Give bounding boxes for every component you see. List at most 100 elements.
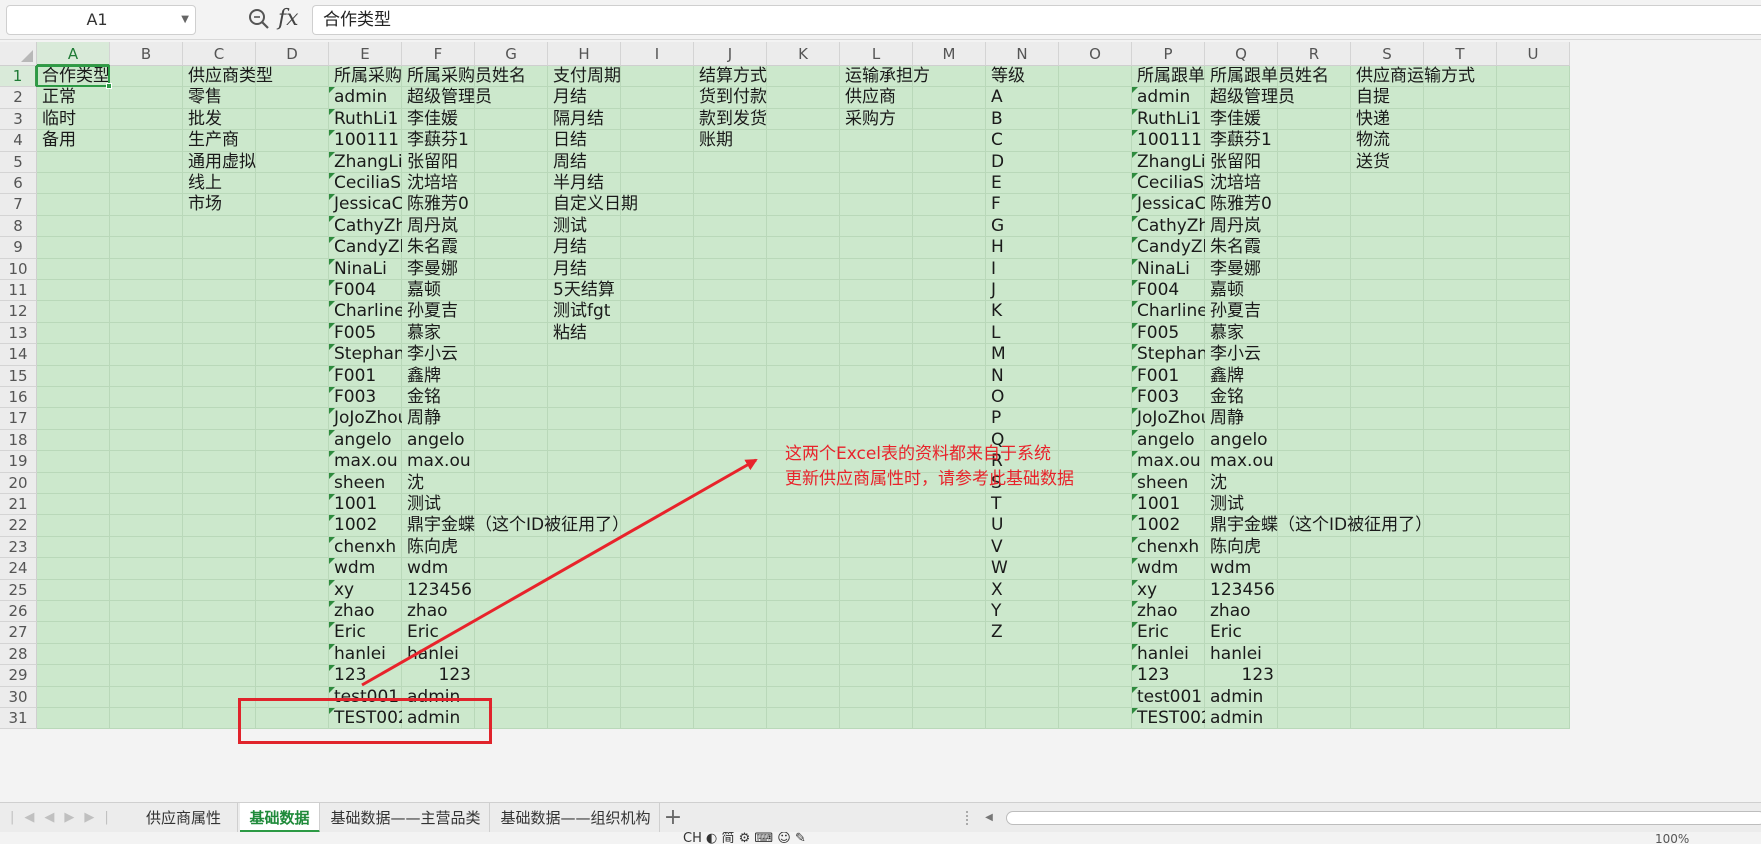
- cell-F9[interactable]: 朱名霞: [402, 237, 548, 258]
- sheet-tab-organization[interactable]: 基础数据——组织机构: [492, 803, 660, 833]
- cell-F7[interactable]: 陈雅芳0: [402, 194, 548, 215]
- cell-A4[interactable]: 备用: [37, 130, 183, 151]
- cell-J4[interactable]: 账期: [694, 130, 986, 151]
- cell-P1[interactable]: 所属跟单员: [1132, 66, 1205, 87]
- cell-E1[interactable]: 所属采购员: [329, 66, 402, 87]
- row-header-7[interactable]: 7: [0, 194, 37, 216]
- cell-N10[interactable]: I: [986, 259, 1132, 280]
- cell-C3[interactable]: 批发: [183, 109, 329, 130]
- cell-F13[interactable]: 慕家: [402, 323, 548, 344]
- cell-E25[interactable]: xy: [329, 579, 402, 601]
- cell-P12[interactable]: CharlineSun: [1132, 301, 1205, 322]
- cell-E3[interactable]: RuthLi1: [329, 108, 402, 130]
- cell-A3[interactable]: 临时: [37, 109, 183, 130]
- row-header-9[interactable]: 9: [0, 237, 37, 259]
- column-header-H[interactable]: H: [548, 42, 621, 66]
- cell-P30[interactable]: test001: [1132, 686, 1205, 708]
- row-header-3[interactable]: 3: [0, 108, 37, 131]
- cell-H9[interactable]: 月结: [548, 237, 840, 258]
- cell-Q11[interactable]: 嘉顿: [1205, 280, 1497, 301]
- cell-L2[interactable]: 供应商: [840, 87, 986, 108]
- cell-N16[interactable]: O: [986, 387, 1132, 408]
- row-header-19[interactable]: 19: [0, 451, 37, 473]
- cell-Q27[interactable]: Eric: [1205, 622, 1497, 643]
- column-header-F[interactable]: F: [402, 42, 475, 66]
- cell-C6[interactable]: 线上: [183, 173, 329, 194]
- cell-Q21[interactable]: 测试: [1205, 494, 1497, 515]
- cell-E21[interactable]: 1001: [329, 494, 402, 515]
- cell-P22[interactable]: 1002: [1132, 515, 1205, 536]
- cell-N22[interactable]: U: [986, 515, 1132, 536]
- cell-C7[interactable]: 市场: [183, 194, 329, 215]
- cell-Q24[interactable]: wdm: [1205, 558, 1497, 579]
- zoom-search-icon[interactable]: [247, 7, 271, 31]
- cell-P15[interactable]: F001: [1132, 365, 1205, 387]
- cell-Q17[interactable]: 周静: [1205, 408, 1497, 429]
- horizontal-scrollbar[interactable]: ◀: [980, 809, 1761, 827]
- column-header-N[interactable]: N: [986, 42, 1059, 66]
- row-header-16[interactable]: 16: [0, 387, 37, 409]
- cell-E26[interactable]: zhao: [329, 601, 402, 622]
- cell-H6[interactable]: 半月结: [548, 173, 840, 194]
- zoom-level[interactable]: 100%: [1655, 832, 1689, 844]
- cell-Q5[interactable]: 张留阳: [1205, 152, 1351, 173]
- cell-E11[interactable]: F004: [329, 280, 402, 301]
- row-header-22[interactable]: 22: [0, 515, 37, 537]
- cell-N4[interactable]: C: [986, 130, 1132, 151]
- column-header-C[interactable]: C: [183, 42, 256, 66]
- cell-P16[interactable]: F003: [1132, 387, 1205, 408]
- cell-E9[interactable]: CandyZhu: [329, 237, 402, 258]
- cell-F4[interactable]: 李蕻芬1: [402, 130, 548, 151]
- cell-N8[interactable]: G: [986, 216, 1132, 237]
- cell-F5[interactable]: 张留阳: [402, 152, 548, 173]
- row-header-10[interactable]: 10: [0, 258, 37, 280]
- name-box[interactable]: A1 ▼: [6, 5, 196, 35]
- column-header-S[interactable]: S: [1351, 42, 1424, 66]
- cell-N13[interactable]: L: [986, 323, 1132, 344]
- cell-P11[interactable]: F004: [1132, 280, 1205, 301]
- cell-E15[interactable]: F001: [329, 365, 402, 387]
- cell-F21[interactable]: 测试: [402, 494, 694, 515]
- cell-H1[interactable]: 支付周期: [548, 66, 694, 87]
- cell-E20[interactable]: sheen: [329, 472, 402, 494]
- cell-E2[interactable]: admin: [329, 87, 402, 108]
- cell-E24[interactable]: wdm: [329, 558, 402, 579]
- column-header-Q[interactable]: Q: [1205, 42, 1278, 66]
- cell-N24[interactable]: W: [986, 558, 1132, 579]
- column-header-B[interactable]: B: [110, 42, 183, 66]
- cell-E16[interactable]: F003: [329, 387, 402, 408]
- cell-F8[interactable]: 周丹岚: [402, 216, 548, 237]
- row-header-15[interactable]: 15: [0, 365, 37, 387]
- cell-Q15[interactable]: 鑫牌: [1205, 366, 1497, 387]
- cell-A1[interactable]: 合作类型: [37, 66, 183, 87]
- cell-N12[interactable]: K: [986, 301, 1132, 322]
- row-header-24[interactable]: 24: [0, 558, 37, 580]
- cell-E28[interactable]: hanlei: [329, 643, 402, 665]
- cell-Q30[interactable]: admin: [1205, 687, 1497, 708]
- cell-S3[interactable]: 快递: [1351, 109, 1570, 130]
- row-header-12[interactable]: 12: [0, 301, 37, 323]
- cell-Q31[interactable]: admin: [1205, 708, 1497, 729]
- column-header-M[interactable]: M: [913, 42, 986, 66]
- cell-P10[interactable]: NinaLi: [1132, 258, 1205, 280]
- cell-E10[interactable]: NinaLi: [329, 258, 402, 280]
- cell-P18[interactable]: angelo: [1132, 429, 1205, 451]
- cell-F22[interactable]: 鼎宇金蝶（这个ID被征用了）: [402, 515, 694, 536]
- cell-Q12[interactable]: 孙夏吉: [1205, 301, 1497, 322]
- cell-N5[interactable]: D: [986, 152, 1132, 173]
- cell-Q29[interactable]: 123: [1205, 665, 1278, 686]
- select-all-corner[interactable]: [0, 42, 37, 66]
- cell-F28[interactable]: hanlei: [402, 644, 694, 665]
- cell-P6[interactable]: CeciliaShen: [1132, 173, 1205, 194]
- column-header-U[interactable]: U: [1497, 42, 1570, 66]
- cell-F25[interactable]: 123456: [402, 580, 475, 601]
- cell-P13[interactable]: F005: [1132, 322, 1205, 344]
- row-header-14[interactable]: 14: [0, 344, 37, 366]
- cell-Q6[interactable]: 沈培培: [1205, 173, 1497, 194]
- cell-J1[interactable]: 结算方式: [694, 66, 840, 87]
- row-header-20[interactable]: 20: [0, 472, 37, 494]
- cell-E31[interactable]: TEST002: [329, 708, 402, 729]
- row-header-31[interactable]: 31: [0, 708, 37, 730]
- cell-Q14[interactable]: 李小云: [1205, 344, 1497, 365]
- cell-N14[interactable]: M: [986, 344, 1132, 365]
